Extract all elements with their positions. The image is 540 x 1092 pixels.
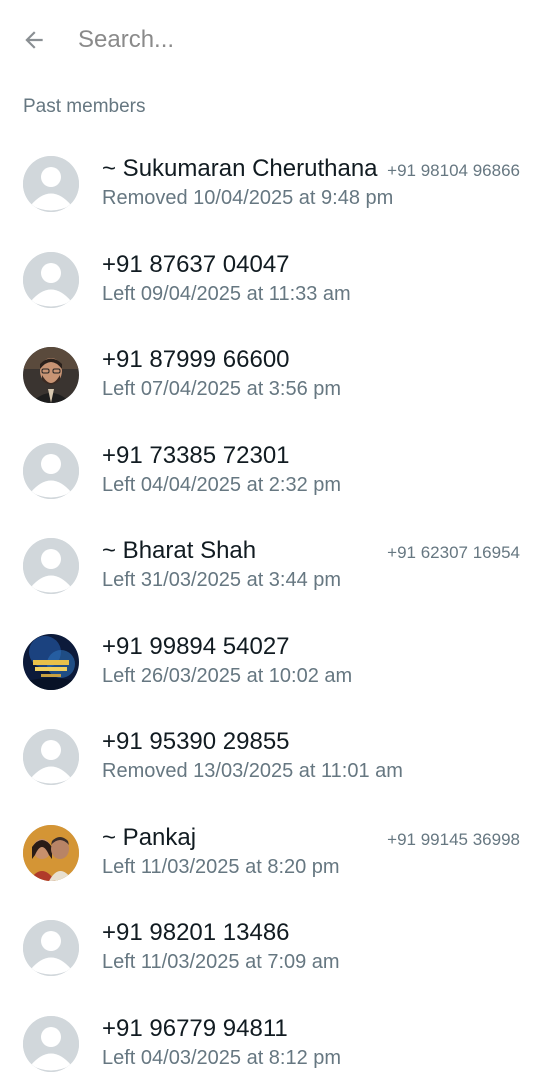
back-button[interactable] — [18, 24, 50, 56]
member-phone: +91 62307 16954 — [387, 543, 520, 563]
member-row[interactable]: +91 87637 04047 Left 09/04/2025 at 11:33 … — [0, 233, 540, 329]
arrow-back-icon — [21, 27, 47, 53]
section-title: Past members — [23, 96, 145, 118]
member-status: Left 11/03/2025 at 7:09 am — [102, 951, 340, 974]
member-row[interactable]: +91 98201 13486 Left 11/03/2025 at 7:09 a… — [0, 901, 540, 997]
person-icon — [23, 443, 79, 499]
member-row[interactable]: ~ Bharat Shah +91 62307 16954 Left 31/03/2… — [0, 519, 540, 615]
avatar[interactable] — [23, 156, 79, 212]
person-icon — [23, 1016, 79, 1072]
member-name: ~ Pankaj — [102, 824, 196, 852]
avatar[interactable] — [23, 443, 79, 499]
search-bar — [0, 0, 540, 80]
member-status: Left 26/03/2025 at 10:02 am — [102, 665, 352, 688]
person-icon — [23, 729, 79, 785]
avatar[interactable] — [23, 347, 79, 403]
person-icon — [23, 252, 79, 308]
member-name: ~ Bharat Shah — [102, 537, 256, 565]
member-name: +91 96779 94811 — [102, 1015, 288, 1043]
member-status: Left 04/03/2025 at 8:12 pm — [102, 1047, 341, 1070]
member-status: Left 31/03/2025 at 3:44 pm — [102, 569, 341, 592]
member-status: Left 04/04/2025 at 2:32 pm — [102, 474, 341, 497]
member-status: Left 11/03/2025 at 8:20 pm — [102, 856, 340, 879]
member-name: +91 95390 29855 — [102, 728, 290, 756]
member-name: ~ Sukumaran Cheruthana — [102, 155, 378, 183]
member-row[interactable]: ~ Sukumaran Cheruthana +91 98104 96866 Rem… — [0, 137, 540, 233]
member-status: Removed 13/03/2025 at 11:01 am — [102, 760, 403, 783]
person-icon — [23, 920, 79, 976]
member-phone: +91 99145 36998 — [387, 830, 520, 850]
member-name: +91 87999 66600 — [102, 346, 290, 374]
member-phone: +91 98104 96866 — [387, 161, 520, 181]
member-name: +91 87637 04047 — [102, 251, 290, 279]
member-row[interactable]: ~ Pankaj +91 99145 36998 Left 11/03/2025 a… — [0, 806, 540, 902]
avatar-photo — [23, 825, 79, 881]
avatar[interactable] — [23, 1016, 79, 1072]
member-name: +91 73385 72301 — [102, 442, 290, 470]
member-name: +91 99894 54027 — [102, 633, 290, 661]
avatar-photo — [23, 347, 79, 403]
member-status: Removed 10/04/2025 at 9:48 pm — [102, 187, 393, 210]
member-status: Left 09/04/2025 at 11:33 am — [102, 283, 351, 306]
avatar[interactable] — [23, 634, 79, 690]
avatar[interactable] — [23, 538, 79, 594]
member-row[interactable]: +91 73385 72301 Left 04/04/2025 at 2:32 p… — [0, 424, 540, 520]
member-row[interactable]: +91 99894 54027 Left 26/03/2025 at 10:02 … — [0, 615, 540, 711]
person-icon — [23, 156, 79, 212]
member-row[interactable]: +91 96779 94811 Left 04/03/2025 at 8:12 p… — [0, 997, 540, 1092]
avatar-photo — [23, 634, 79, 690]
avatar[interactable] — [23, 920, 79, 976]
avatar[interactable] — [23, 729, 79, 785]
search-input[interactable] — [78, 20, 498, 60]
avatar[interactable] — [23, 252, 79, 308]
member-status: Left 07/04/2025 at 3:56 pm — [102, 378, 341, 401]
member-row[interactable]: +91 87999 66600 Left 07/04/2025 at 3:56 p… — [0, 328, 540, 424]
member-name: +91 98201 13486 — [102, 919, 290, 947]
person-icon — [23, 538, 79, 594]
member-row[interactable]: +91 95390 29855 Removed 13/03/2025 at 11:… — [0, 710, 540, 806]
avatar[interactable] — [23, 825, 79, 881]
member-list: ~ Sukumaran Cheruthana +91 98104 96866 Rem… — [0, 137, 540, 1092]
